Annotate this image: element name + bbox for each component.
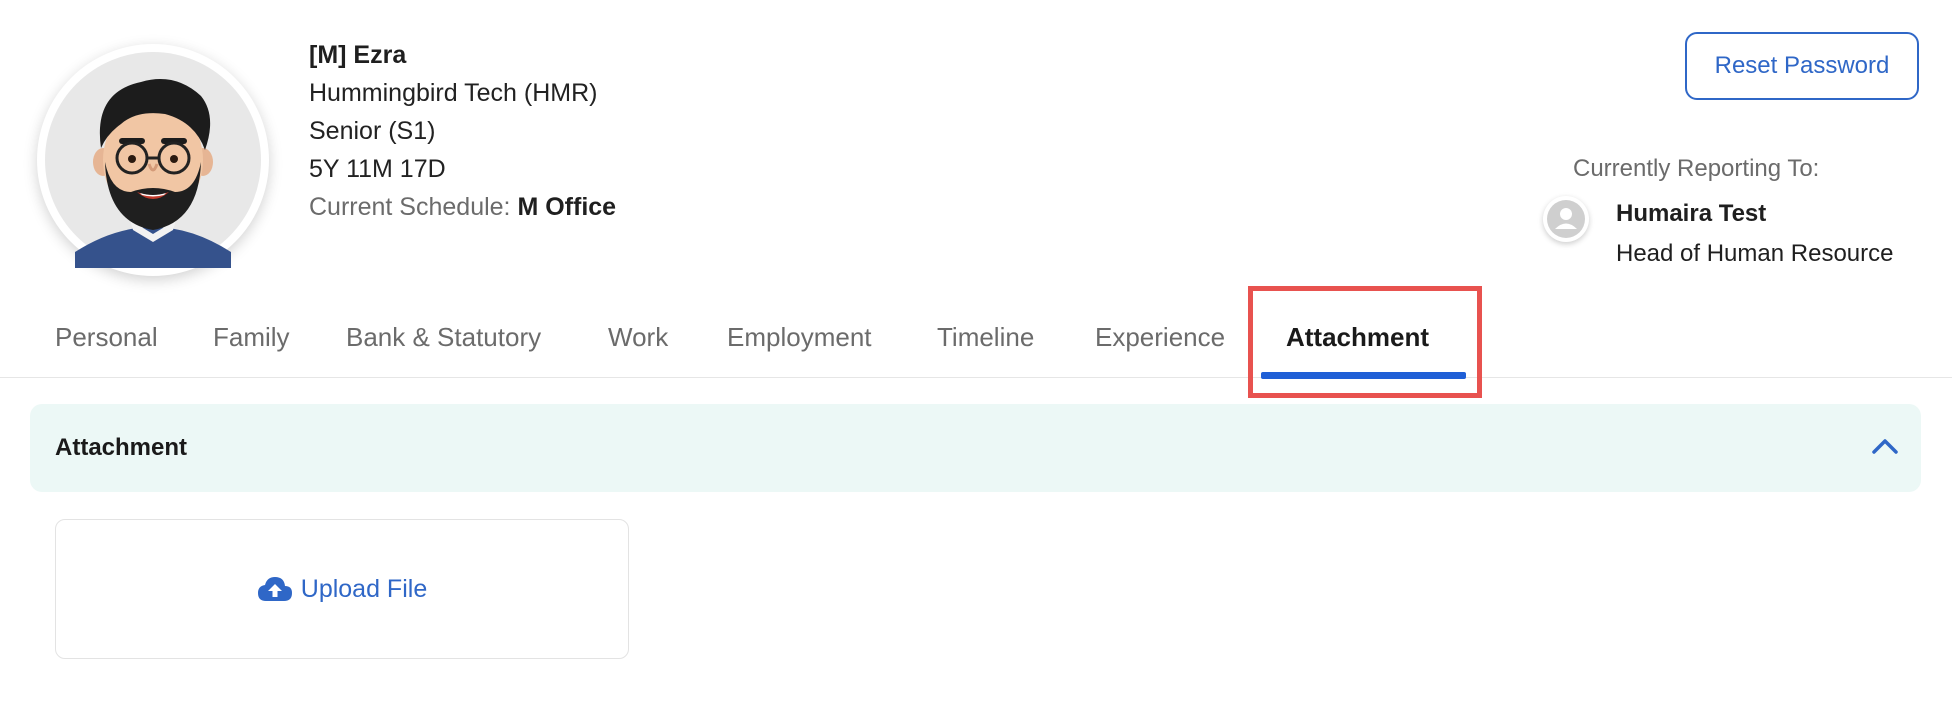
reset-password-button[interactable]: Reset Password (1685, 32, 1919, 100)
highlight-box (1248, 286, 1482, 398)
current-schedule: Current Schedule: M Office (309, 188, 616, 226)
employee-tenure: 5Y 11M 17D (309, 155, 446, 183)
avatar (37, 44, 269, 276)
upload-file-button[interactable]: Upload File (257, 575, 427, 604)
person-placeholder-icon (1543, 196, 1589, 242)
employee-level: Senior (S1) (309, 117, 436, 145)
schedule-value: M Office (517, 193, 617, 221)
employee-company: Hummingbird Tech (HMR) (309, 79, 598, 107)
manager-role: Head of Human Resource (1616, 240, 1894, 267)
employee-profile-page: [M] Ezra Hummingbird Tech (HMR) Senior (… (0, 0, 1952, 723)
schedule-label: Current Schedule: (309, 193, 511, 221)
tab-employment[interactable]: Employment (727, 300, 872, 377)
tab-experience[interactable]: Experience (1095, 300, 1225, 377)
employee-name: [M] Ezra (309, 41, 407, 69)
tab-bank-statutory[interactable]: Bank & Statutory (346, 300, 541, 377)
tab-personal[interactable]: Personal (55, 300, 158, 377)
profile-tabs: Personal Family Bank & Statutory Work Em… (0, 300, 1952, 378)
tab-timeline[interactable]: Timeline (937, 300, 1034, 377)
reporting-to-label: Currently Reporting To: (1573, 155, 1820, 182)
section-title: Attachment (55, 434, 188, 461)
manager-name[interactable]: Humaira Test (1616, 200, 1766, 228)
tab-family[interactable]: Family (213, 300, 290, 377)
upload-dropzone[interactable]: Upload File (55, 519, 629, 659)
upload-file-label: Upload File (300, 574, 428, 603)
chevron-up-icon[interactable] (1871, 436, 1899, 456)
cloud-upload-icon (257, 577, 292, 601)
attachment-section-header[interactable]: Attachment (30, 404, 1921, 492)
tab-work[interactable]: Work (608, 300, 668, 377)
profile-details: [M] Ezra Hummingbird Tech (HMR) Senior (… (309, 36, 616, 226)
avatar-illustration (45, 52, 261, 268)
